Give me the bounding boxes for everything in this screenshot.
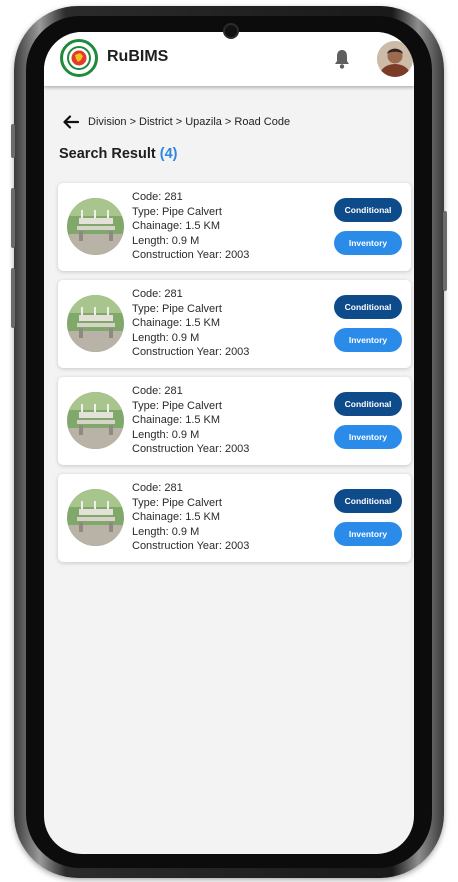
length-text: Length: 0.9 M xyxy=(132,525,200,538)
length-text: Length: 0.9 M xyxy=(132,234,200,247)
code-text: Code: 281 xyxy=(132,482,183,494)
phone-side-button xyxy=(443,211,447,291)
construction-year-text: Construction Year: 2003 xyxy=(132,540,250,552)
inventory-button[interactable]: Inventory xyxy=(334,231,402,255)
chainage-text: Chainage: 1.5 KM xyxy=(132,414,221,426)
breadcrumb-row: Division > District > Upazila > Road Cod… xyxy=(62,112,290,132)
type-text: Type: Pipe Calvert xyxy=(132,205,222,218)
inventory-button[interactable]: Inventory xyxy=(334,522,402,546)
phone-side-button xyxy=(11,188,15,248)
arrow-left-icon[interactable] xyxy=(62,113,80,131)
construction-year-text: Construction Year: 2003 xyxy=(132,249,250,261)
chainage-text: Chainage: 1.5 KM xyxy=(132,317,221,329)
type-text: Type: Pipe Calvert xyxy=(132,496,222,509)
result-info: Code: 281 Type: Pipe Calvert Chainage: 1… xyxy=(132,190,249,263)
type-text: Type: Pipe Calvert xyxy=(132,302,222,315)
structure-photo xyxy=(67,198,124,255)
conditional-button[interactable]: Conditional xyxy=(334,392,402,416)
front-camera xyxy=(223,23,239,39)
inventory-button[interactable]: Inventory xyxy=(334,425,402,449)
conditional-button[interactable]: Conditional xyxy=(334,198,402,222)
structure-photo xyxy=(67,295,124,352)
breadcrumb: Division > District > Upazila > Road Cod… xyxy=(88,116,291,128)
result-info: Code: 281 Type: Pipe Calvert Chainage: 1… xyxy=(132,287,249,360)
app-title: RuBIMS xyxy=(107,48,169,65)
avatar[interactable] xyxy=(377,41,413,77)
phone-frame: RuBIMS Division > District > Upazila > R… xyxy=(11,6,447,878)
bell-icon[interactable] xyxy=(332,48,352,70)
search-result-label: Search Result xyxy=(59,146,156,162)
code-text: Code: 281 xyxy=(132,288,183,300)
chainage-text: Chainage: 1.5 KM xyxy=(132,220,221,232)
inventory-button[interactable]: Inventory xyxy=(334,328,402,352)
result-info: Code: 281 Type: Pipe Calvert Chainage: 1… xyxy=(132,384,249,457)
bangladesh-emblem-icon xyxy=(60,39,98,77)
structure-photo xyxy=(67,392,124,449)
conditional-button[interactable]: Conditional xyxy=(334,489,402,513)
chainage-text: Chainage: 1.5 KM xyxy=(132,511,221,523)
code-text: Code: 281 xyxy=(132,385,183,397)
search-result-heading: Search Result (4) xyxy=(59,146,177,162)
result-card[interactable]: Code: 281 Type: Pipe Calvert Chainage: 1… xyxy=(58,183,411,271)
phone-side-button xyxy=(11,268,15,328)
result-info: Code: 281 Type: Pipe Calvert Chainage: 1… xyxy=(132,481,249,554)
result-card[interactable]: Code: 281 Type: Pipe Calvert Chainage: 1… xyxy=(58,377,411,465)
result-count: (4) xyxy=(159,146,178,162)
code-text: Code: 281 xyxy=(132,191,183,203)
phone-side-button xyxy=(11,124,15,158)
app-bar: RuBIMS xyxy=(44,32,414,86)
length-text: Length: 0.9 M xyxy=(132,428,200,441)
result-card[interactable]: Code: 281 Type: Pipe Calvert Chainage: 1… xyxy=(58,474,411,562)
result-card[interactable]: Code: 281 Type: Pipe Calvert Chainage: 1… xyxy=(58,280,411,368)
length-text: Length: 0.9 M xyxy=(132,331,200,344)
construction-year-text: Construction Year: 2003 xyxy=(132,443,250,455)
app-screen: RuBIMS Division > District > Upazila > R… xyxy=(44,32,414,854)
construction-year-text: Construction Year: 2003 xyxy=(132,346,250,358)
structure-photo xyxy=(67,489,124,546)
conditional-button[interactable]: Conditional xyxy=(334,295,402,319)
type-text: Type: Pipe Calvert xyxy=(132,399,222,412)
